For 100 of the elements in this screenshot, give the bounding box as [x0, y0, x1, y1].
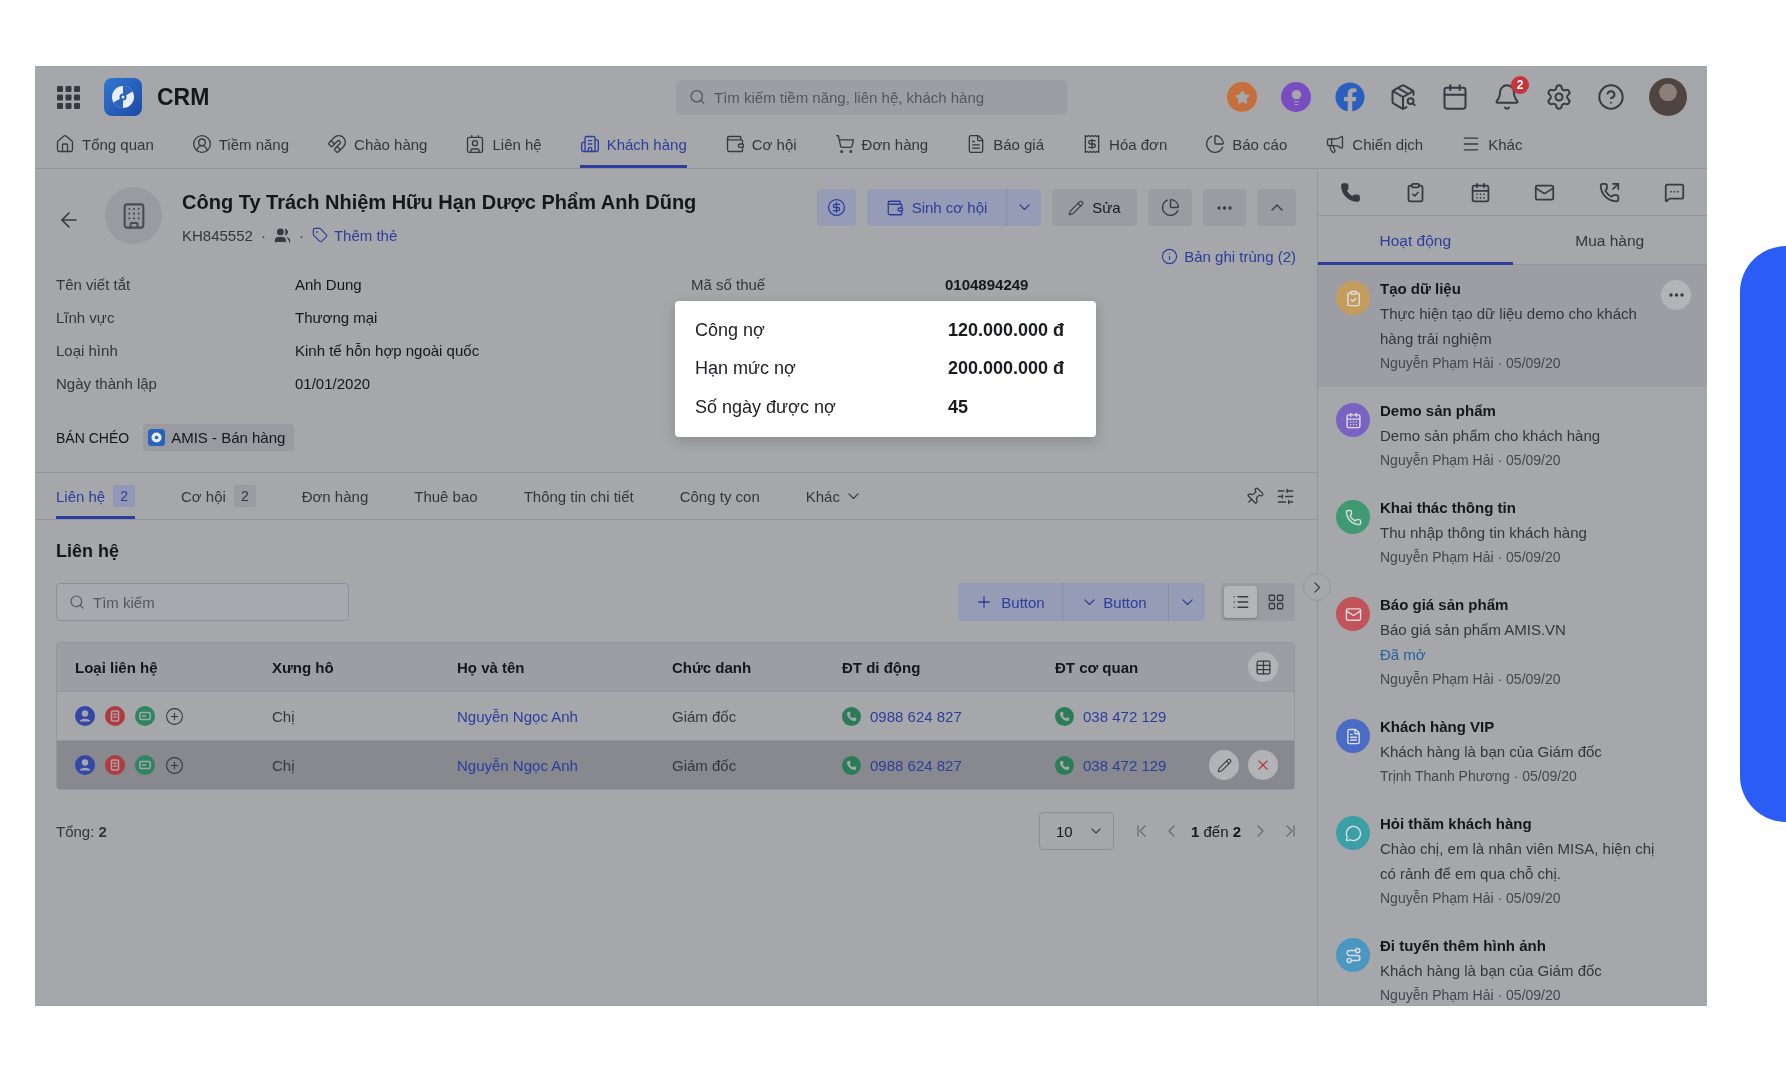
nav-tab[interactable]: Báo cáo	[1205, 128, 1288, 168]
calendar-icon[interactable]	[1469, 181, 1491, 203]
nav-tab[interactable]: Hóa đơn	[1082, 128, 1168, 168]
settings-icon[interactable]	[1545, 83, 1573, 111]
activity-meta: Nguyễn Phạm Hải · 05/09/20	[1380, 548, 1561, 567]
phone-outgoing-icon[interactable]	[1599, 181, 1621, 203]
phone-link[interactable]: 0988 624 827	[870, 707, 962, 725]
table-row[interactable]: Chị Nguyễn Ngọc Anh Giám đốc 0988 624 827 038 472 129	[57, 740, 1294, 789]
nav-tab[interactable]: Khác	[1461, 128, 1523, 168]
activity-description: Chào chị, em là nhân viên MISA, hiện chị có rảnh để em qua chỗ chị.	[1380, 839, 1656, 884]
search-icon	[689, 88, 706, 106]
add-tag-link[interactable]: Thêm thẻ	[311, 226, 398, 244]
table-cell: Giám đốc	[672, 707, 737, 725]
add-icon[interactable]	[165, 755, 184, 775]
more-icon	[1217, 205, 1232, 210]
panel-tab[interactable]: Mua hàng	[1512, 216, 1707, 265]
more-button[interactable]	[1661, 280, 1691, 310]
phone-icon[interactable]	[1339, 181, 1361, 203]
search-field[interactable]: Tìm kiếm	[56, 583, 349, 621]
count-badge: 2	[233, 485, 256, 507]
create-opportunity-button[interactable]: Sinh cơ hội	[867, 189, 1006, 226]
edit-button[interactable]	[1209, 750, 1239, 780]
field-value: Kinh tế hỗn hợp ngoài quốc	[295, 342, 480, 359]
chevron-up-icon	[1270, 204, 1283, 211]
facebook-icon[interactable]	[1335, 82, 1365, 112]
nav-tab[interactable]: Khách hàng	[579, 128, 687, 168]
activity-title: Tạo dữ liệu	[1380, 279, 1461, 299]
chat-icon[interactable]	[1664, 181, 1686, 203]
global-search-field[interactable]: Tìm kiếm tiềm năng, liên hệ, khách hàng	[676, 79, 1067, 115]
nav-tab[interactable]: Cơ hội	[724, 128, 797, 168]
activity-item[interactable]: Khai thác thông tin Thu nhập thông tin khách hàng Nguyễn Phạm Hải · 05/09/20	[1318, 484, 1707, 581]
calendar-icon[interactable]	[1441, 83, 1469, 111]
detail-tab[interactable]: Cơ hội 2	[181, 473, 256, 519]
help-icon[interactable]	[1597, 83, 1625, 111]
nav-tab[interactable]: Chiến dịch	[1325, 128, 1424, 168]
pie-chart-icon	[1160, 198, 1180, 217]
activity-item[interactable]: Demo sản phẩm Demo sản phẩm cho khách hàng Nguyễn Phạm Hải · 05/09/20	[1318, 387, 1707, 484]
list-icon	[1231, 593, 1250, 611]
activity-description: Thu nhập thông tin khách hàng	[1380, 523, 1587, 543]
detail-tab[interactable]: Thuê bao	[414, 473, 478, 519]
contact-name-link[interactable]: Nguyễn Ngọc Anh	[457, 707, 578, 725]
column-header: Xưng hô	[272, 658, 334, 676]
grid-icon	[1266, 593, 1285, 611]
nav-tab[interactable]: Tiềm năng	[191, 128, 290, 168]
search-icon	[69, 594, 85, 610]
nav-tab[interactable]: Chào hàng	[327, 128, 428, 168]
field-label: Tên viết tắt	[56, 276, 131, 293]
nav-tab[interactable]: Đơn hàng	[834, 128, 929, 168]
document-icon	[105, 706, 125, 726]
add-column-button[interactable]	[1248, 652, 1278, 682]
user-circle-icon	[191, 134, 212, 154]
nav-tab[interactable]: Liên hệ	[465, 128, 542, 168]
last-page-button[interactable]	[1286, 825, 1295, 837]
tag-icon	[311, 227, 328, 243]
activity-meta: Nguyễn Phạm Hải · 05/09/20	[1380, 889, 1561, 908]
phone-link[interactable]: 0988 624 827	[870, 756, 962, 774]
activity-item[interactable]: Khách hàng VIP Khách hàng là bạn của Giám đốc Trịnh Thanh Phương · 05/09/20	[1318, 703, 1707, 800]
detail-tab[interactable]: Khác	[805, 473, 859, 519]
activity-item[interactable]: Báo giá sản phẩm Báo giá sản phẩm AMIS.VN Đã mở Nguyễn Phạm Hải · 05/09/20	[1318, 581, 1707, 703]
phone-link[interactable]: 038 472 129	[1083, 707, 1167, 725]
next-page-button[interactable]	[1257, 825, 1264, 837]
edit-button[interactable]: Sửa	[1052, 189, 1137, 226]
caret-icon	[1181, 598, 1193, 606]
detail-tab[interactable]: Liên hệ 2	[56, 473, 135, 519]
list-view-button[interactable]	[1224, 586, 1257, 618]
activity-item[interactable]: Tạo dữ liệu Thực hiện tạo dữ liệu demo cho khách hàng trải nghiệm Nguyễn Phạm Hải · 05/09/20	[1318, 265, 1707, 387]
dollar-icon	[827, 198, 846, 217]
field-value: 0104894249	[945, 276, 1029, 293]
phone-link[interactable]: 038 472 129	[1083, 756, 1167, 774]
page-size-select[interactable]: 10	[1038, 812, 1114, 850]
detail-tab[interactable]: Thông tin chi tiết	[523, 473, 634, 519]
caret-icon	[1084, 598, 1096, 606]
nav-tab[interactable]: Báo giá	[966, 128, 1045, 168]
money-search-button[interactable]	[817, 189, 856, 226]
apps-grid-icon[interactable]	[57, 85, 80, 109]
contact-name-link[interactable]: Nguyễn Ngọc Anh	[457, 756, 578, 774]
detail-tab[interactable]: Đơn hàng	[301, 473, 369, 519]
lightbulb-icon[interactable]	[1281, 82, 1311, 112]
duplicates-link[interactable]: Bản ghi trùng (2)	[1161, 247, 1296, 265]
expand-handle[interactable]	[1303, 573, 1331, 601]
box-search-icon[interactable]	[1389, 83, 1417, 111]
status-link[interactable]: Đã mở	[1380, 642, 1426, 667]
column-header: ĐT cơ quan	[1055, 658, 1139, 676]
activity-item[interactable]: Đi tuyến thêm hình ảnh Khách hàng là bạn của Giám đốc Nguyễn Phạm Hải · 05/09/20	[1318, 922, 1707, 1006]
activity-description: Báo giá sản phẩm AMIS.VN	[1380, 620, 1566, 640]
sliders-icon[interactable]	[1276, 486, 1295, 506]
activity-description: Khách hàng là bạn của Giám đốc	[1380, 742, 1602, 762]
users-icon[interactable]	[273, 226, 291, 244]
previous-page-button[interactable]	[1167, 825, 1175, 837]
app-logo[interactable]	[104, 78, 142, 116]
add-icon[interactable]	[165, 706, 184, 726]
nav-tab[interactable]: Tổng quan	[55, 128, 154, 168]
user-avatar[interactable]	[1649, 78, 1687, 116]
card-icon	[135, 706, 155, 726]
total-count: Tổng: 2	[56, 822, 107, 840]
first-page-button[interactable]	[1136, 825, 1146, 837]
app-chip[interactable]: AMIS - Bán hàng	[143, 424, 295, 451]
activity-item[interactable]: Hỏi thăm khách hàng Chào chị, em là nhân viên MISA, hiện chị có rảnh để em qua chỗ chị. Nguyễn Phạm Hải · 05/09/20	[1318, 800, 1707, 922]
chart-button[interactable]	[1148, 189, 1192, 226]
detail-tab[interactable]: Công ty con	[679, 473, 760, 519]
